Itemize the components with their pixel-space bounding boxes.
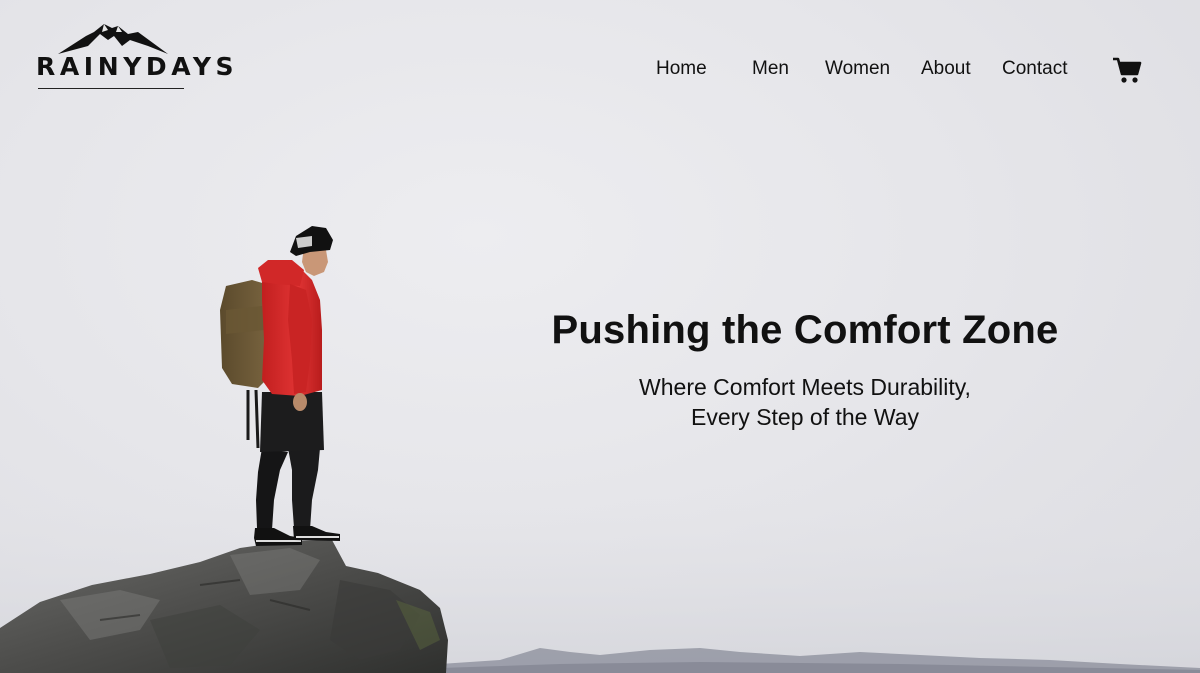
hero-subtitle: Where Comfort Meets Durability, Every St…	[505, 372, 1105, 432]
hero-content: Pushing the Comfort Zone Where Comfort M…	[505, 306, 1105, 432]
cart-button[interactable]	[1112, 56, 1142, 84]
brand-logo[interactable]: RAINYDAYS	[36, 24, 234, 92]
logo-divider	[38, 88, 184, 89]
nav-men[interactable]: Men	[752, 57, 789, 81]
nav-home[interactable]: Home	[656, 57, 707, 81]
hero-subtitle-line-2: Every Step of the Way	[691, 404, 919, 430]
brand-name: RAINYDAYS	[36, 52, 239, 81]
cart-icon	[1113, 57, 1142, 83]
nav-women[interactable]: Women	[825, 57, 890, 81]
nav-contact[interactable]: Contact	[1002, 57, 1067, 81]
landing-page: RAINYDAYS Home Men Women About Contact P…	[0, 0, 1200, 673]
hero-subtitle-line-1: Where Comfort Meets Durability,	[639, 374, 971, 400]
hero-title: Pushing the Comfort Zone	[551, 308, 1059, 352]
nav-about[interactable]: About	[921, 57, 971, 81]
